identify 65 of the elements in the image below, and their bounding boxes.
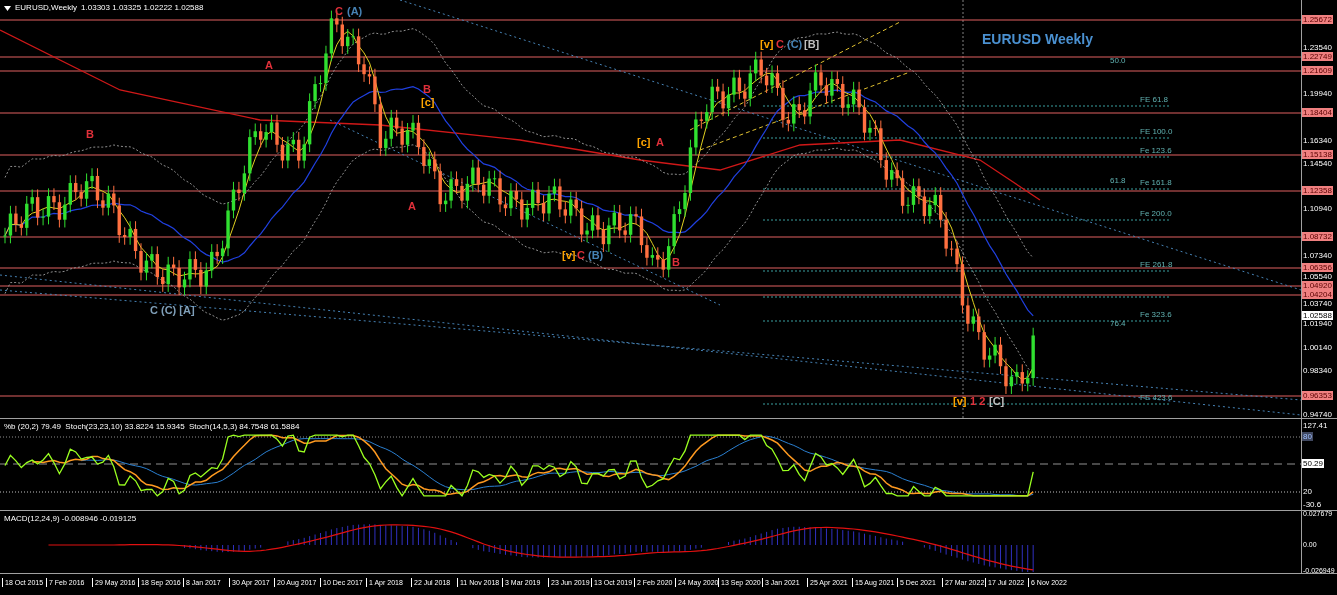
ohlc-values: 1.03303 1.03325 1.02222 1.02588 [81,2,204,14]
oscillator-level-label: 50.29 [1302,459,1325,468]
price-tick-label: 1.14540 [1302,159,1333,168]
fibonacci-label: 61.8 [1110,176,1126,185]
wave-label: [v] [562,249,576,261]
price-tick-label: 0.94740 [1302,410,1333,419]
fibonacci-label: Fe 200.0 [1140,209,1172,218]
wave-label: C [577,249,585,261]
wave-label: B [423,83,431,95]
fibonacci-label: FE 100.0 [1140,127,1173,136]
price-tick-label: 1.07340 [1302,251,1333,260]
fibonacci-label: FE 261.8 [1140,260,1173,269]
fibonacci-label: FE 61.8 [1140,95,1168,104]
oscillator-tick-label: 20 [1302,487,1313,496]
macd-legend: MACD(12,24,9) -0.008946 -0.019125 [4,513,137,525]
current-price-label: 1.02588 [1302,311,1333,320]
price-tick-label: 1.23540 [1302,43,1333,52]
price-level-label: 1.12358 [1302,186,1333,195]
price-tick-label: 0.98340 [1302,366,1333,375]
price-tick-label: 1.19940 [1302,89,1333,98]
wave-label: [v] [760,38,774,50]
price-tick-label: 1.03740 [1302,299,1333,308]
wave-label: C [335,5,343,17]
wave-label: [C] [989,395,1005,407]
price-level-label: 1.08732 [1302,232,1333,241]
wave-label: A [408,200,416,212]
price-tick-label: 1.01940 [1302,319,1333,328]
price-tick-label: 1.05540 [1302,272,1333,281]
price-level-label: 1.18404 [1302,108,1333,117]
price-level-label: 1.21609 [1302,66,1333,75]
wave-label: [B] [804,38,820,50]
price-level-label: 1.25672 [1302,15,1333,24]
price-tick-label: 1.00140 [1302,343,1333,352]
oscillator-tick-label: -30.6 [1302,500,1323,509]
price-level-label: 1.04204 [1302,290,1333,299]
price-level-label: 1.04920 [1302,281,1333,290]
price-level-label: 1.06356 [1302,263,1333,272]
price-level-label: 1.22749 [1302,52,1333,61]
wave-label: [c] [637,136,651,148]
fibonacci-label: Fe 123.6 [1140,146,1172,155]
wave-label: (B) [588,249,604,261]
fibonacci-label: 50.0 [1110,56,1126,65]
fibonacci-label: 76.4 [1110,319,1126,328]
wave-label: B [86,128,94,140]
oscillator-legend: %b (20,2) 79.49 Stoch(23,23,10) 33.8224 15.9345 Stoch(14,5,3) 84.7548 61.5884 [4,421,300,433]
fibonacci-label: Fe 323.6 [1140,310,1172,319]
wave-label: (C) [787,38,803,50]
wave-label: A [265,59,273,71]
wave-label: [c] [421,96,435,108]
fibonacci-label: Fe 161.8 [1140,178,1172,187]
symbol-label: EURUSD,Weekly [15,2,78,14]
price-level-label: 0.96353 [1302,391,1333,400]
oscillator-level-label: 80 [1302,432,1313,441]
chart-title: EURUSD Weekly [982,30,1093,49]
wave-label: 1 2 [970,395,986,407]
wave-label: [v] [953,395,967,407]
wave-label: (A) [347,5,363,17]
wave-label: C (C) [A] [150,304,195,316]
price-level-label: 1.15138 [1302,150,1333,159]
oscillator-tick-label: 127.41 [1302,421,1329,430]
wave-label: A [656,136,664,148]
price-tick-label: 1.16340 [1302,136,1333,145]
price-tick-label: 1.10940 [1302,204,1333,213]
wave-label: C [776,38,784,50]
wave-label: B [672,256,680,268]
